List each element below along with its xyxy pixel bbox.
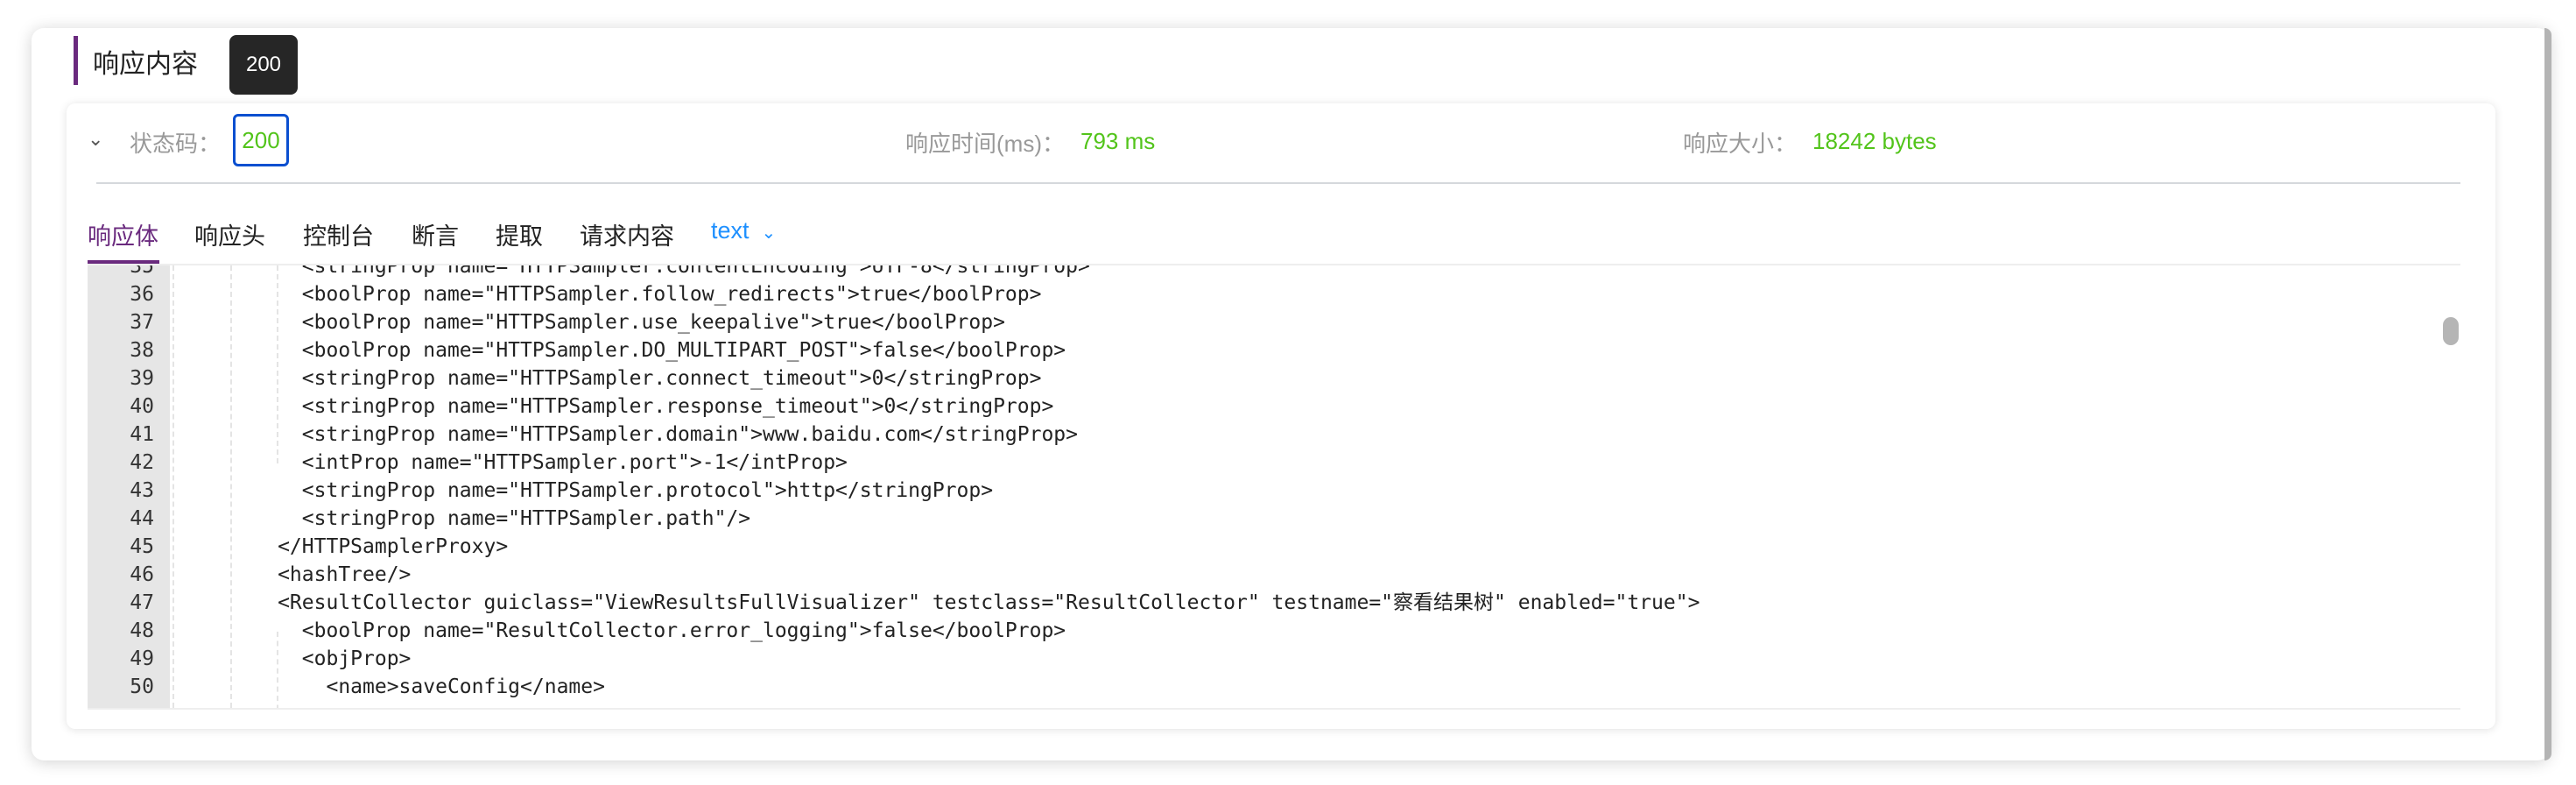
title-accent-bar <box>74 36 78 85</box>
line-text: <objProp> <box>205 647 412 670</box>
response-time-value: 793 ms <box>1080 128 1156 154</box>
line-text: <boolProp name="HTTPSampler.follow_redir… <box>205 283 1042 306</box>
section-title: 响应内容 <box>93 50 198 79</box>
response-time-label: 响应时间(ms)： <box>905 131 1065 157</box>
tab-console[interactable]: 控制台 <box>303 217 374 251</box>
line-number: 37 <box>130 311 154 334</box>
tab-request-content[interactable]: 请求内容 <box>580 217 674 251</box>
line-text: <stringProp name="HTTPSampler.path"/> <box>205 507 751 530</box>
line-number: 44 <box>130 507 154 530</box>
line-number: 50 <box>130 675 154 698</box>
collapse-chevron-icon[interactable]: ⌄ <box>88 128 103 151</box>
response-size-value: 18242 bytes <box>1812 128 1937 154</box>
tab-extract[interactable]: 提取 <box>496 217 543 251</box>
format-dropdown-label: text <box>711 217 750 244</box>
line-text: <intProp name="HTTPSampler.port">-1</int… <box>205 451 848 474</box>
divider <box>96 182 2460 184</box>
tab-assertions[interactable]: 断言 <box>412 217 459 251</box>
tab-response-body[interactable]: 响应体 <box>88 217 158 251</box>
line-number: 41 <box>130 423 154 446</box>
line-number: 46 <box>130 563 154 586</box>
line-text: <ResultCollector guiclass="ViewResultsFu… <box>205 591 1700 614</box>
status-code-label: 状态码： <box>130 131 222 157</box>
line-number: 49 <box>130 647 154 670</box>
page-scrollbar[interactable] <box>2544 28 2551 760</box>
code-viewer[interactable]: 35 <stringProp name="HTTPSampler.content… <box>88 265 2460 708</box>
indent-guide <box>172 265 174 708</box>
line-text: <stringProp name="HTTPSampler.contentEnc… <box>205 265 1090 278</box>
status-tooltip: 200 <box>229 35 298 95</box>
line-text: <boolProp name="ResultCollector.error_lo… <box>205 619 1066 642</box>
line-text: <stringProp name="HTTPSampler.connect_ti… <box>205 367 1042 390</box>
divider <box>88 708 2460 710</box>
line-text: <stringProp name="HTTPSampler.domain">ww… <box>205 423 1078 446</box>
line-number: 42 <box>130 451 154 474</box>
status-code-value[interactable]: 200 <box>233 114 289 166</box>
tab-response-headers[interactable]: 响应头 <box>194 217 265 251</box>
line-number: 36 <box>130 283 154 306</box>
response-size-label: 响应大小： <box>1683 131 1798 157</box>
line-number: 39 <box>130 367 154 390</box>
line-text: <name>saveConfig</name> <box>205 675 605 698</box>
code-scrollbar-thumb[interactable] <box>2443 317 2459 345</box>
line-number: 40 <box>130 395 154 418</box>
line-text: <stringProp name="HTTPSampler.protocol">… <box>205 479 994 502</box>
line-text: <boolProp name="HTTPSampler.DO_MULTIPART… <box>205 339 1066 362</box>
line-text: <hashTree/> <box>205 563 412 586</box>
line-number: 47 <box>130 591 154 614</box>
line-number: 45 <box>130 535 154 558</box>
line-number: 35 <box>130 265 154 278</box>
format-dropdown[interactable]: text ⌄ <box>711 217 776 244</box>
line-text: <boolProp name="HTTPSampler.use_keepaliv… <box>205 311 1005 334</box>
line-number: 38 <box>130 339 154 362</box>
line-number: 43 <box>130 479 154 502</box>
chevron-down-icon: ⌄ <box>761 223 777 243</box>
line-text: </HTTPSamplerProxy> <box>205 535 509 558</box>
line-text: <stringProp name="HTTPSampler.response_t… <box>205 395 1054 418</box>
line-number: 48 <box>130 619 154 642</box>
